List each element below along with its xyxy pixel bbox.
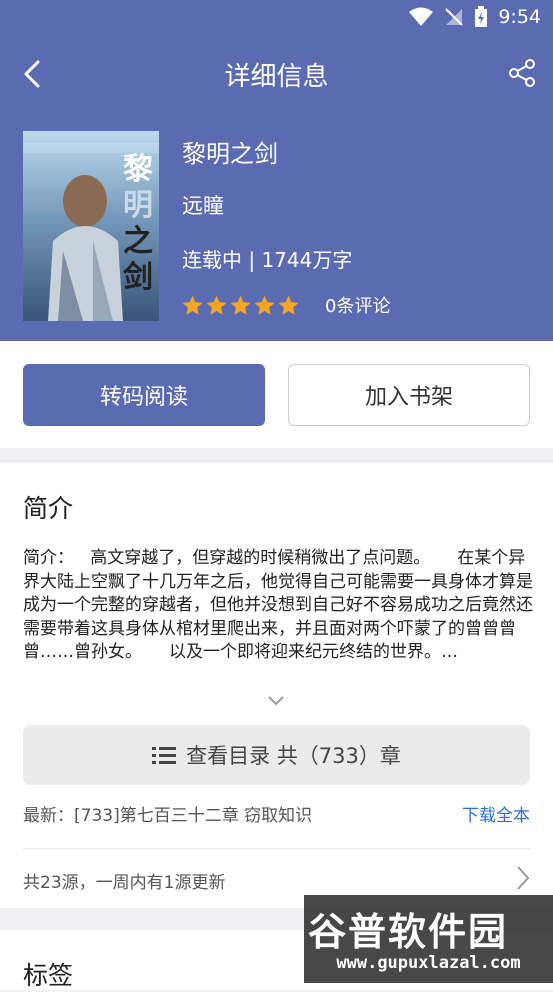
- toc-label: 查看目录 共（733）章: [186, 744, 401, 768]
- view-toc-button[interactable]: 查看目录 共（733）章: [23, 725, 530, 785]
- watermark-logo: 谷普软件园: [308, 910, 509, 954]
- list-icon: [152, 747, 177, 764]
- book-status: 连载中 | 1744万字: [182, 248, 353, 272]
- intro-text: 简介： 高文穿越了，但穿越的时候稍微出了点问题。 在某个异界大陆上空飘了十几万年…: [23, 548, 533, 662]
- watermark: 谷普软件园 www.gupuxlazal.com: [304, 895, 553, 983]
- status-time: 9:54: [498, 6, 541, 28]
- action-bar: 转码阅读 加入书架: [0, 341, 553, 448]
- expand-chevron-icon[interactable]: [266, 693, 286, 707]
- svg-text:黎: 黎: [123, 152, 153, 187]
- star-icon: [206, 294, 227, 315]
- transcode-read-button[interactable]: 转码阅读: [23, 364, 265, 426]
- book-author[interactable]: 远瞳: [182, 190, 224, 220]
- svg-text:剑: 剑: [123, 260, 153, 295]
- comment-count[interactable]: 0条评论: [325, 292, 390, 318]
- battery-charging-icon: [475, 6, 488, 27]
- page-title: 详细信息: [224, 62, 329, 92]
- star-icon: [278, 294, 299, 315]
- signal-off-icon: [445, 8, 464, 26]
- book-header: 9:54 详细信息 黎 明 之 剑 黎明之剑 远瞳 连载中 | 1744万字 0…: [0, 0, 553, 341]
- tags-heading: 标签: [23, 961, 74, 990]
- sources-info[interactable]: 共23源，一周内有1源更新: [23, 868, 225, 893]
- wifi-icon: [409, 7, 434, 26]
- add-to-shelf-button[interactable]: 加入书架: [288, 364, 530, 426]
- intro-heading: 简介: [23, 494, 74, 523]
- watermark-url: www.gupuxlazal.com: [336, 953, 521, 973]
- star-icon: [230, 294, 251, 315]
- share-icon[interactable]: [507, 58, 537, 88]
- rating: 0条评论: [181, 292, 390, 318]
- top-bar: 详细信息: [0, 44, 553, 104]
- book-cover-image[interactable]: 黎 明 之 剑: [23, 131, 159, 321]
- chevron-right-icon[interactable]: [515, 864, 531, 892]
- star-icon: [254, 294, 275, 315]
- divider: [23, 848, 530, 849]
- status-bar: 9:54: [0, 0, 553, 36]
- latest-chapter[interactable]: 最新：[733]第七百三十二章 窃取知识: [23, 801, 312, 826]
- intro-card: 简介 简介： 高文穿越了，但穿越的时候稍微出了点问题。 在某个异界大陆上空飘了十…: [0, 463, 553, 908]
- book-title: 黎明之剑: [182, 140, 278, 168]
- svg-text:之: 之: [123, 224, 153, 259]
- download-all-link[interactable]: 下载全本: [462, 801, 530, 826]
- star-icon: [182, 294, 203, 315]
- svg-text:明: 明: [123, 188, 153, 223]
